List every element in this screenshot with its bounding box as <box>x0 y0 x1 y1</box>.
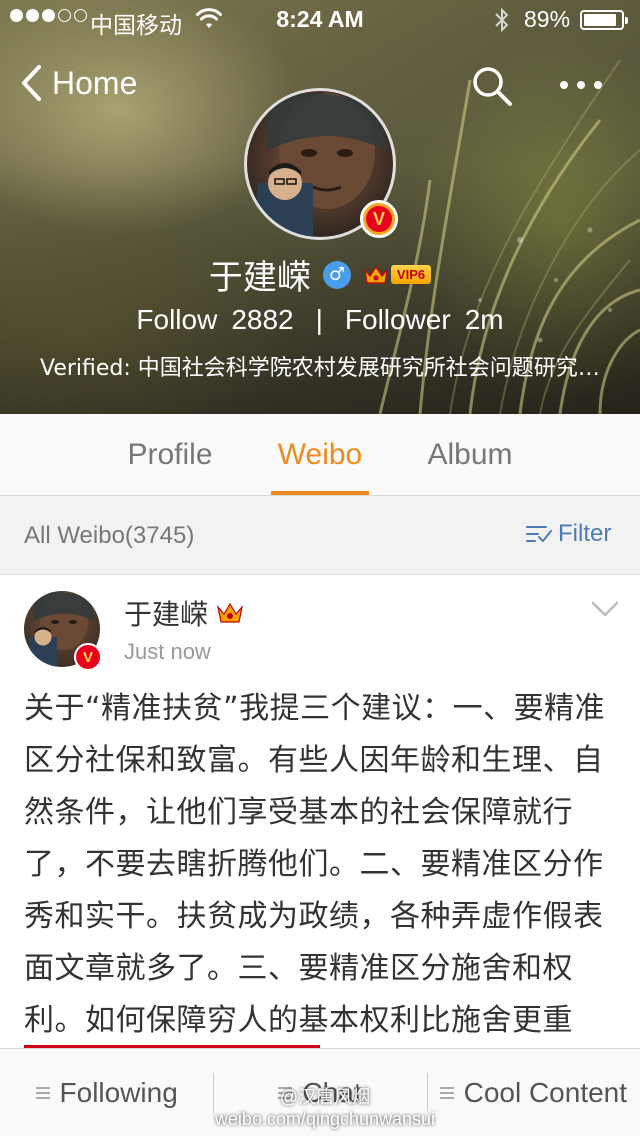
watermark-handle: @汉唐风烟 <box>279 1087 371 1107</box>
weibo-filter-bar: All Weibo(3745) Filter <box>0 496 640 574</box>
filter-label: Filter <box>558 520 612 547</box>
cool-content-button-label: Cool Content <box>463 1076 628 1108</box>
following-stat[interactable]: Follow 2882 <box>136 304 293 336</box>
vip-crown-icon <box>216 602 244 623</box>
post-content: 关于“精准扶贫”我提三个建议：一、要精准区分社保和致富。有些人因年龄和生理、自然… <box>24 691 606 1090</box>
followers-stat[interactable]: Follower 2m <box>345 304 504 336</box>
tab-profile[interactable]: Profile <box>95 414 245 495</box>
post-timestamp: Just now <box>124 639 211 664</box>
verified-description: Verified: 中国社会科学院农村发展研究所社会问题研究中心主任 <box>40 356 600 381</box>
chevron-left-icon <box>22 65 41 101</box>
cool-content-button[interactable]: Cool Content <box>426 1049 640 1136</box>
post-author-row: 于建嵘 <box>124 593 244 633</box>
post-verified-badge-icon: V <box>74 643 102 671</box>
tab-weibo[interactable]: Weibo <box>245 414 395 495</box>
filter-icon <box>526 526 552 542</box>
chevron-down-icon[interactable] <box>590 599 620 619</box>
following-button[interactable]: Following <box>0 1049 213 1136</box>
back-label: Home <box>52 64 138 101</box>
bluetooth-icon <box>495 7 509 33</box>
following-label: Follow <box>136 304 218 335</box>
crown-icon <box>363 265 388 284</box>
status-bar: 中国移动 8:24 AM 89% <box>0 0 640 40</box>
male-gender-icon: ♂ <box>322 260 351 289</box>
search-icon[interactable] <box>470 64 514 108</box>
back-button[interactable]: Home <box>20 64 137 102</box>
following-button-label: Following <box>59 1076 178 1108</box>
profile-cover: 中国移动 8:24 AM 89% Home V 于建嵘 ♂ VIP6 Follo… <box>0 0 640 414</box>
filter-button[interactable]: Filter <box>526 520 611 548</box>
battery-icon <box>580 10 628 30</box>
profile-avatar[interactable]: V <box>244 88 398 240</box>
following-count: 2882 <box>231 304 294 335</box>
followers-label: Follower <box>344 304 451 335</box>
battery-percentage: 89% <box>524 6 571 32</box>
watermark: @汉唐风烟 weibo.com/qingchunwansui <box>205 1086 445 1130</box>
more-horizontal-icon[interactable] <box>556 70 606 100</box>
profile-name: 于建嵘 <box>208 258 311 298</box>
all-weibo-count: All Weibo(3745) <box>24 522 195 549</box>
tab-album[interactable]: Album <box>395 414 545 495</box>
post-author-name[interactable]: 于建嵘 <box>124 593 208 633</box>
followers-count: 2m <box>464 304 504 335</box>
profile-tabs: Profile Weibo Album <box>0 414 640 496</box>
weibo-post[interactable]: V 于建嵘 Just now 关于“精准扶贫”我提三个建议：一、要精准区分社保和… <box>0 574 640 1090</box>
profile-name-row: 于建嵘 ♂ VIP6 <box>0 250 640 299</box>
stat-separator: | <box>315 304 323 335</box>
verified-badge-icon: V <box>360 200 398 238</box>
menu-icon <box>35 1086 50 1099</box>
watermark-url: weibo.com/qingchunwansui <box>214 1109 436 1129</box>
vip-level-label: VIP6 <box>390 265 432 284</box>
follow-stats: Follow 2882 | Follower 2m <box>0 304 640 336</box>
vip-badge[interactable]: VIP6 <box>363 264 432 286</box>
